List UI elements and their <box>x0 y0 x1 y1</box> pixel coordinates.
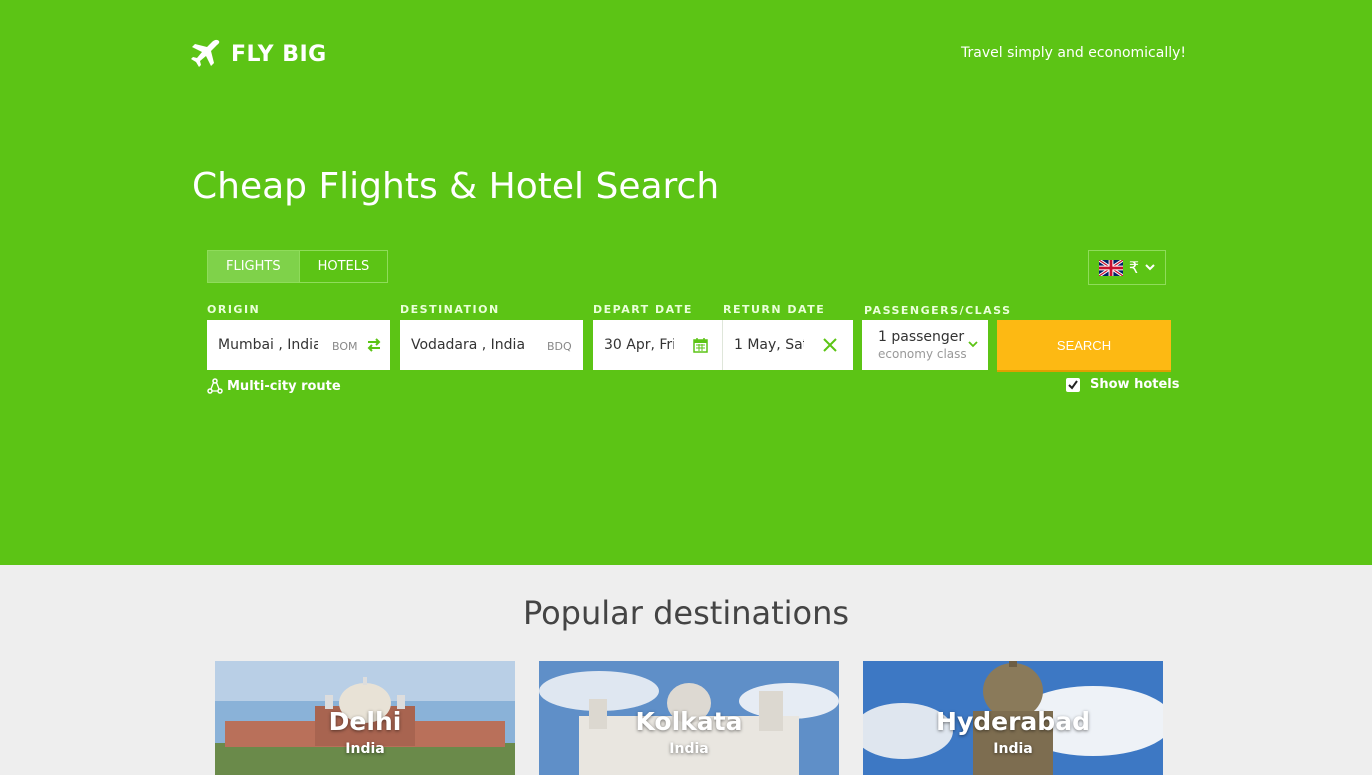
depart-date-field[interactable]: 30 Apr, Fri <box>593 320 722 370</box>
logo-text: FLY BIG <box>231 41 327 67</box>
page-title: Cheap Flights & Hotel Search <box>192 166 720 207</box>
tab-flights[interactable]: FLIGHTS <box>207 250 300 283</box>
popular-destinations-title: Popular destinations <box>522 594 850 632</box>
locale-currency-selector[interactable]: ₹ <box>1088 250 1166 285</box>
return-date-label: RETURN DATE <box>723 303 826 316</box>
clear-date-icon[interactable] <box>822 337 838 353</box>
origin-code: BOM <box>332 340 358 353</box>
destination-country: India <box>345 741 385 757</box>
passengers-class-label: PASSENGERS/CLASS <box>864 304 1012 317</box>
passenger-count: 1 passenger <box>878 329 965 345</box>
destination-card-hyderabad[interactable]: Hyderabad India <box>863 661 1163 775</box>
checkmark-icon <box>1068 379 1078 390</box>
origin-input[interactable]: Mumbai , India <box>207 337 318 353</box>
destination-cards: Delhi India Kolkata India Hyderabad Indi… <box>215 661 1163 775</box>
destination-input[interactable]: Vodadara , India <box>400 337 541 353</box>
logo[interactable]: FLY BIG <box>191 38 327 70</box>
return-date-field[interactable]: 1 May, Sat <box>723 320 853 370</box>
search-button[interactable]: SEARCH <box>997 320 1171 370</box>
depart-date-input[interactable]: 30 Apr, Fri <box>593 337 674 353</box>
return-date-input[interactable]: 1 May, Sat <box>723 337 804 353</box>
uk-flag-icon <box>1098 259 1123 276</box>
passengers-class-field[interactable]: 1 passenger economy class <box>862 320 988 370</box>
destination-country: India <box>993 741 1033 757</box>
origin-field[interactable]: Mumbai , India BOM <box>207 320 390 370</box>
multi-city-route-label: Multi-city route <box>227 378 341 394</box>
tagline: Travel simply and economically! <box>961 45 1186 61</box>
destination-city: Delhi <box>328 707 402 736</box>
airplane-icon <box>191 39 220 67</box>
destination-label: DESTINATION <box>400 303 500 316</box>
depart-date-label: DEPART DATE <box>593 303 693 316</box>
origin-label: ORIGIN <box>207 303 261 316</box>
calendar-icon[interactable] <box>693 337 708 353</box>
destination-city: Kolkata <box>635 707 743 736</box>
travel-class: economy class <box>878 347 967 361</box>
multi-city-route-link[interactable]: Multi-city route <box>207 378 341 394</box>
multi-city-route-icon <box>207 378 223 394</box>
destination-city: Hyderabad <box>936 707 1090 736</box>
currency-symbol: ₹ <box>1128 258 1140 277</box>
show-hotels-checkbox[interactable] <box>1066 377 1080 392</box>
destination-code: BDQ <box>547 340 572 353</box>
destination-card-delhi[interactable]: Delhi India <box>215 661 515 775</box>
destination-country: India <box>669 741 709 757</box>
tab-hotels[interactable]: HOTELS <box>299 250 389 283</box>
destination-field[interactable]: Vodadara , India BDQ <box>400 320 583 370</box>
show-hotels-toggle[interactable]: Show hotels <box>1066 377 1180 392</box>
destination-card-kolkata[interactable]: Kolkata India <box>539 661 839 775</box>
chevron-down-icon <box>968 341 978 348</box>
chevron-down-icon <box>1145 264 1155 271</box>
search-tabs: FLIGHTS HOTELS <box>207 250 389 283</box>
show-hotels-label: Show hotels <box>1090 377 1180 392</box>
swap-icon[interactable] <box>366 337 382 353</box>
hero-section: FLY BIG Travel simply and economically! … <box>0 0 1372 565</box>
